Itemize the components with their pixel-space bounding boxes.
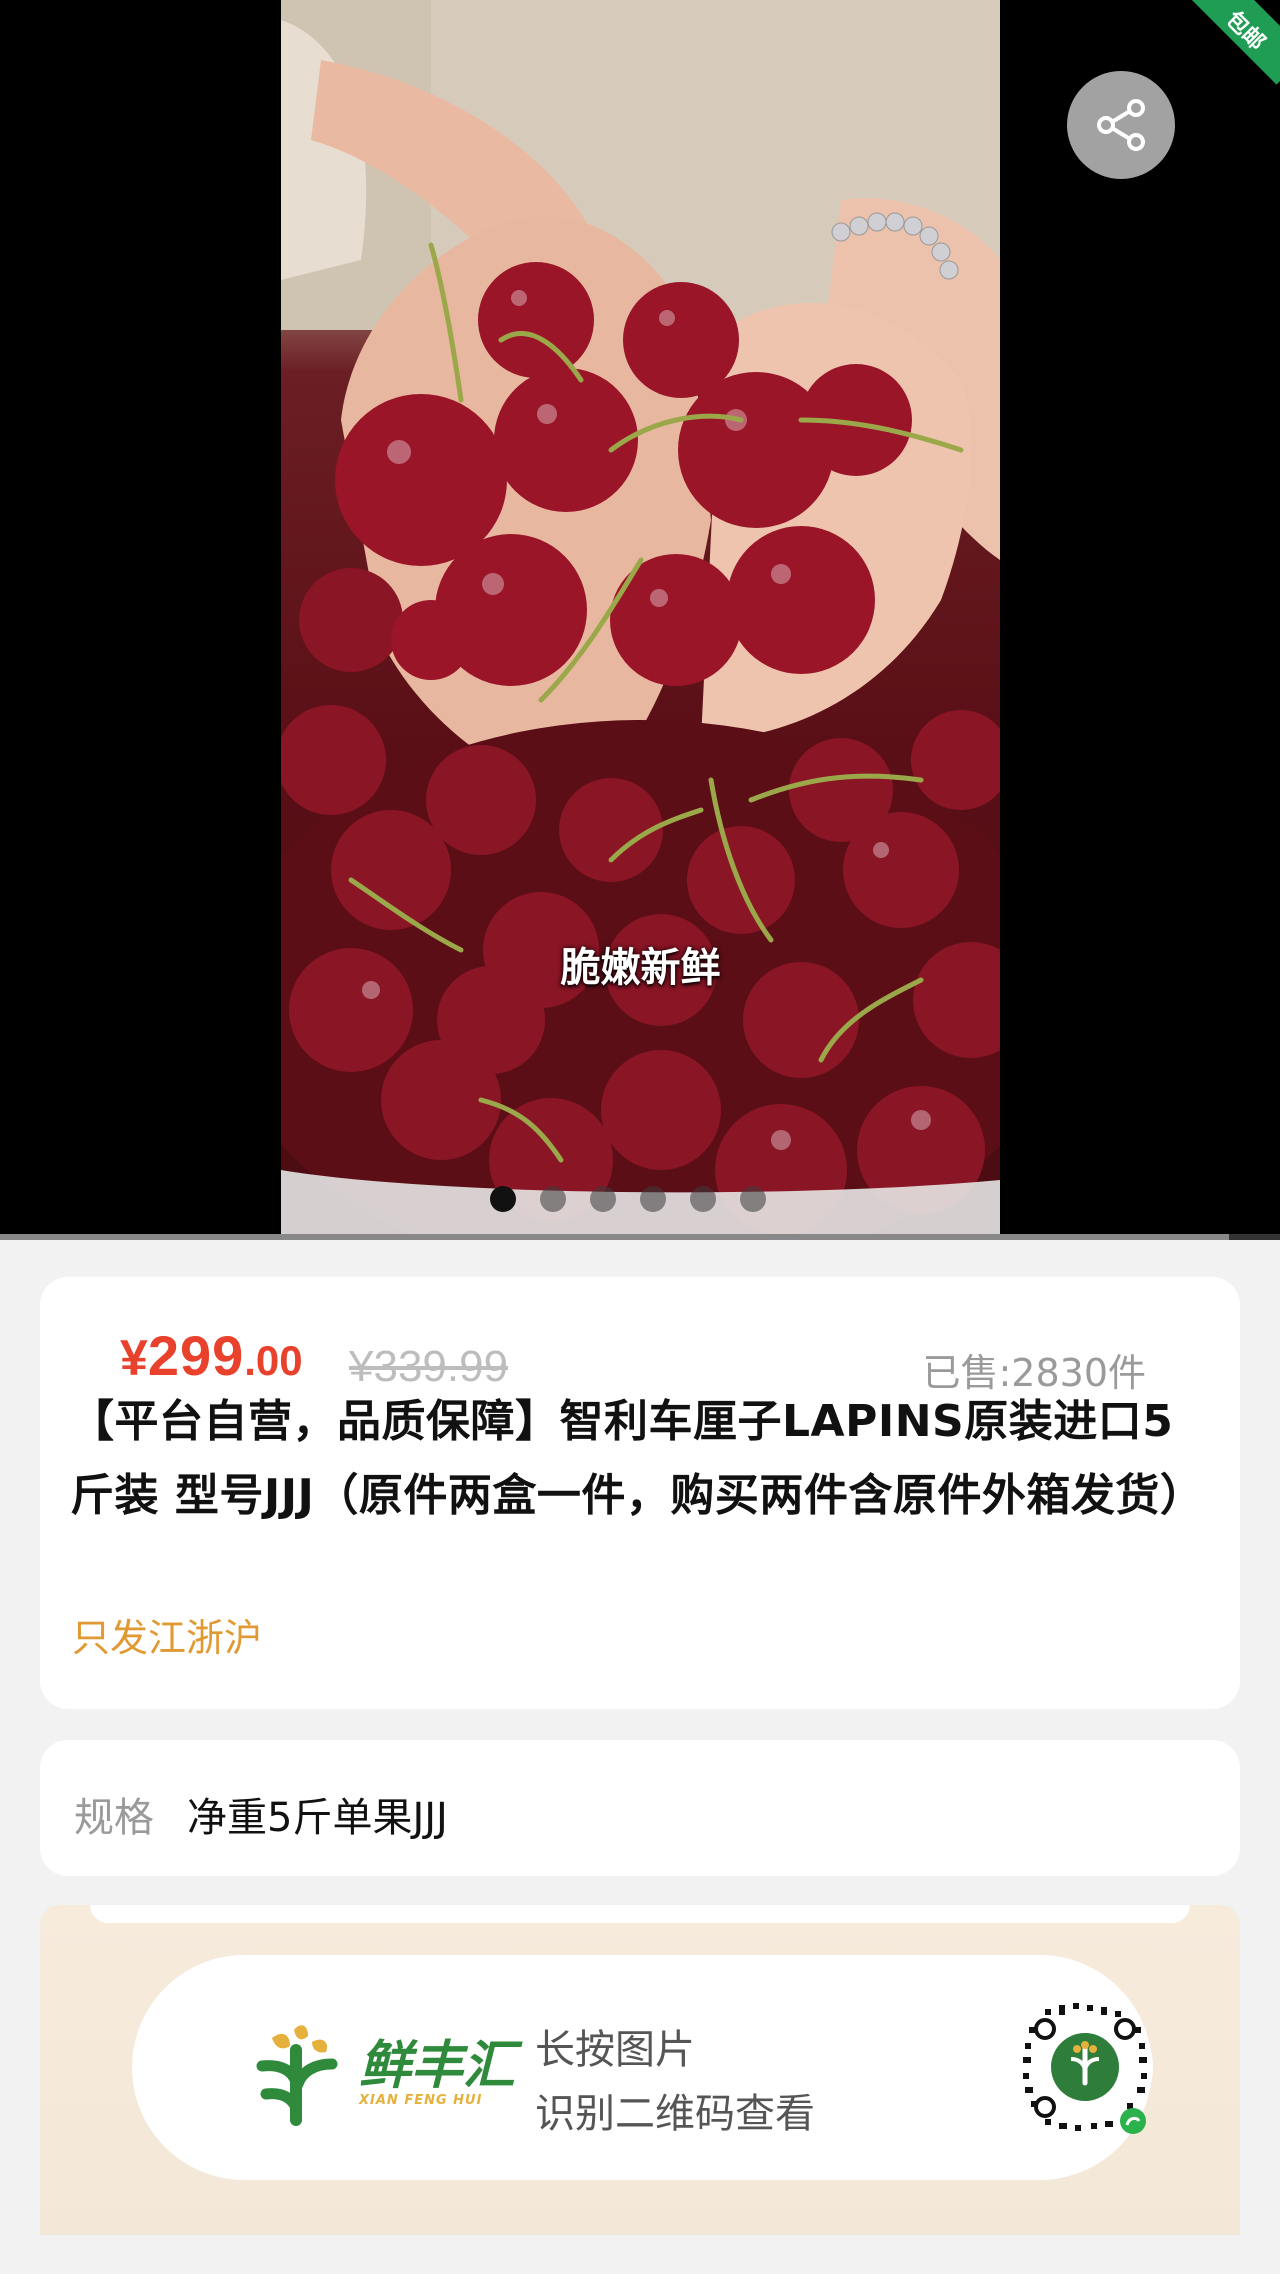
carousel-dot[interactable]: [590, 1186, 616, 1212]
product-title: 【平台自营，品质保障】智利车厘子LAPINS原装进口5斤装 型号JJJ（原件两盒…: [70, 1396, 1205, 1521]
carousel-dot[interactable]: [490, 1186, 516, 1212]
banner-tab: [90, 1905, 1190, 1923]
video-progress-fill: [0, 1234, 1229, 1240]
carousel-indicator: [490, 1186, 766, 1212]
cherries-illustration: [281, 0, 1000, 1240]
brand-name: 鲜丰汇: [359, 2036, 516, 2096]
shipping-region-note: 只发江浙沪: [72, 1616, 263, 1660]
scan-qr-hint: 识别二维码查看: [535, 2091, 815, 2137]
share-icon: [1097, 99, 1145, 151]
product-media-viewer[interactable]: 脆嫩新鲜 包邮: [0, 0, 1280, 1240]
carousel-dot[interactable]: [740, 1186, 766, 1212]
video-caption: 脆嫩新鲜: [560, 945, 721, 991]
qr-code-icon[interactable]: [1015, 1997, 1155, 2137]
brand-pinyin: XIAN FENG HUI: [359, 2093, 483, 2108]
price-decimal: .00: [244, 1337, 303, 1384]
carousel-dot[interactable]: [540, 1186, 566, 1212]
current-price: ¥299.00: [120, 1323, 303, 1388]
spec-selector[interactable]: 规格 净重5斤单果JJJ: [40, 1740, 1240, 1876]
carousel-dot[interactable]: [640, 1186, 666, 1212]
brand-logo-icon: [256, 2025, 338, 2126]
free-shipping-ribbon: 包邮: [1170, 0, 1280, 85]
carousel-dot[interactable]: [690, 1186, 716, 1212]
currency-symbol: ¥: [120, 1330, 148, 1386]
spec-value[interactable]: 净重5斤单果JJJ: [187, 1785, 448, 1843]
long-press-hint: 长按图片: [535, 2027, 695, 2073]
product-info-card: ¥299.00 ¥339.99 已售:2830件 【平台自营，品质保障】智利车厘…: [40, 1277, 1240, 1709]
share-button[interactable]: [1067, 71, 1175, 179]
banner-pill: 鲜丰汇 XIAN FENG HUI 长按图片 识别二维码查看: [132, 1955, 1155, 2180]
price-integer: 299: [147, 1324, 245, 1387]
price-row: ¥299.00 ¥339.99 已售:2830件: [72, 1305, 1196, 1395]
mini-program-banner[interactable]: 鲜丰汇 XIAN FENG HUI 长按图片 识别二维码查看: [40, 1905, 1240, 2235]
spec-label: 规格: [74, 1795, 154, 1841]
video-progress-bar[interactable]: [0, 1234, 1280, 1240]
product-photo[interactable]: 脆嫩新鲜: [281, 0, 1000, 1240]
